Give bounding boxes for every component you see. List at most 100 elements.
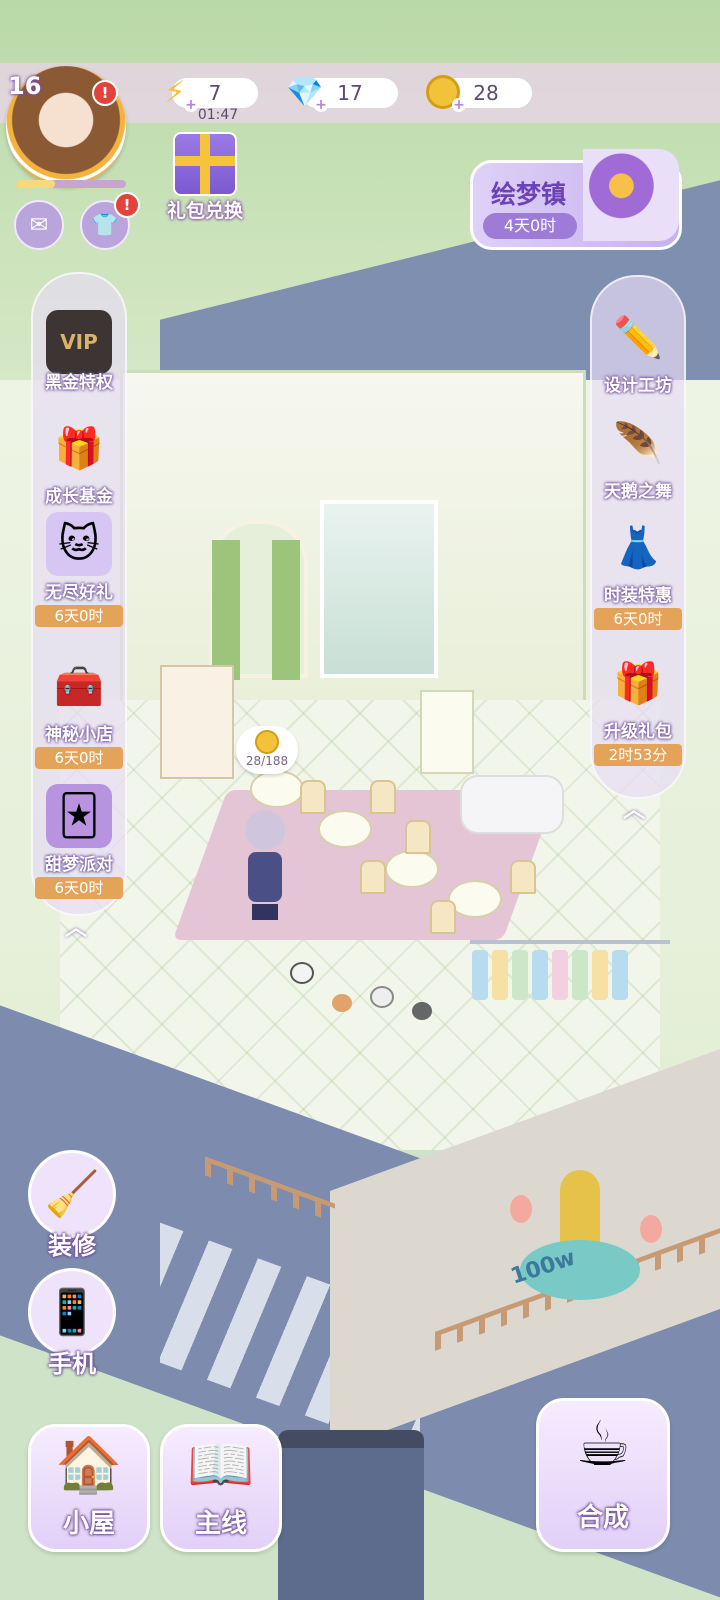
plus-icon: + (314, 97, 328, 113)
gift-box-icon: 🎁 (613, 660, 663, 707)
mystery-shop-button[interactable]: 🧰 神秘小店 6天0时 (33, 654, 125, 769)
decorate-button[interactable]: 🧹 装修 (26, 1150, 118, 1261)
cat[interactable] (412, 1002, 432, 1020)
event-timer: 4天0时 (483, 213, 577, 239)
side-timer: 2时53分 (594, 744, 682, 766)
cat-gift-icon: 🐱 (46, 512, 112, 576)
coin-counter[interactable]: + 28 (426, 75, 532, 112)
player-character[interactable] (240, 810, 290, 920)
cat[interactable] (370, 986, 394, 1008)
side-label: 神秘小店 (45, 725, 113, 745)
mail-button[interactable]: ✉ (14, 200, 64, 250)
exp-bar-fill (16, 180, 55, 188)
side-timer: 6天0时 (35, 747, 123, 769)
black-gold-privilege-button[interactable]: VIP 黑金特权 (33, 310, 125, 393)
cafe-table[interactable] (250, 770, 304, 808)
balloon (640, 1215, 662, 1243)
left-activity-panel: VIP 黑金特权 🎁 成长基金 🐱 无尽好礼 6天0时 🧰 神秘小店 6天0时 … (31, 272, 127, 916)
cafe-table[interactable] (448, 880, 502, 918)
shirt-icon: 👕 (91, 212, 119, 238)
curtain-left (212, 540, 240, 680)
energy-counter[interactable]: ⚡ + 7 (164, 75, 258, 112)
treasure-chest-icon: 🧰 (54, 663, 104, 710)
design-workshop-button[interactable]: ✏️ 设计工坊 (592, 305, 684, 397)
cafe-chair (430, 900, 456, 934)
cafe-chair (370, 780, 396, 814)
side-label: 设计工坊 (604, 376, 672, 396)
side-label: 天鹅之舞 (604, 482, 672, 502)
main-story-button[interactable]: 📖 主线 (160, 1424, 282, 1552)
event-art-icon (583, 149, 679, 241)
cat[interactable] (332, 994, 352, 1012)
character-legs (252, 904, 278, 920)
cafe-chair (510, 860, 536, 894)
chevron-up-icon: ︿ (622, 798, 645, 823)
house-button[interactable]: 🏠 小屋 (28, 1424, 150, 1552)
chevron-up-icon: ︿ (64, 916, 87, 941)
cat-sofa[interactable] (460, 775, 564, 834)
character-head (245, 810, 285, 850)
cafe-chair (405, 820, 431, 854)
gift-exchange-label: 礼包兑换 (166, 200, 243, 222)
phone-icon: 📱 (28, 1268, 116, 1356)
coin-progress: 28/188 (245, 754, 289, 768)
side-label: 无尽好礼 (45, 583, 113, 603)
player-level: 16 (8, 72, 42, 100)
brush-icon: 🧹 (28, 1150, 116, 1238)
trash-bins (278, 1430, 424, 1600)
vip-card-icon: VIP (46, 310, 112, 374)
sweet-dream-party-button[interactable]: 🃏 甜梦派对 6天0时 (33, 784, 125, 899)
side-timer: 6天0时 (594, 608, 682, 630)
envelope-icon: ✉ (29, 212, 49, 238)
endless-gift-button[interactable]: 🐱 无尽好礼 6天0时 (33, 512, 125, 627)
exp-bar (16, 180, 126, 188)
cafe-table[interactable] (318, 810, 372, 848)
right-activity-panel: ✏️ 设计工坊 🪶 天鹅之舞 👗 时装特惠 6天0时 🎁 升级礼包 2时53分 (590, 275, 686, 799)
pastry-shelf[interactable] (160, 665, 234, 779)
growth-fund-button[interactable]: 🎁 成长基金 (33, 416, 125, 508)
event-title: 绘梦镇 (491, 180, 567, 209)
coin-icon (255, 730, 279, 754)
cafe-table[interactable] (385, 850, 439, 888)
energy-timer: 01:47 (197, 107, 239, 123)
character-body (248, 852, 282, 902)
pencil-ruler-icon: ✏️ (613, 314, 663, 361)
gift-exchange-button[interactable]: 礼包兑换 (160, 132, 250, 223)
diamond-counter[interactable]: 💎 + 17 (286, 75, 398, 112)
shop-window (320, 500, 438, 678)
main-story-label: 主线 (194, 1509, 247, 1539)
avatar-alert-badge: ! (92, 80, 118, 106)
gift-box-icon (173, 132, 237, 196)
swan-dance-button[interactable]: 🪶 天鹅之舞 (592, 411, 684, 503)
phone-label: 手机 (48, 1350, 96, 1378)
cat[interactable] (290, 962, 314, 984)
feather-icon: 🪶 (613, 420, 663, 467)
vending-machine[interactable] (420, 690, 474, 774)
side-label: 时装特惠 (604, 586, 672, 606)
side-label: 成长基金 (45, 487, 113, 507)
clothing-rack[interactable] (470, 940, 670, 1034)
phone-button[interactable]: 📱 手机 (26, 1268, 118, 1379)
cafe-chair (300, 780, 326, 814)
dress-bag-icon: 👗 (613, 524, 663, 571)
teacup-icon: ☕ (575, 1407, 631, 1480)
house-label: 小屋 (62, 1509, 115, 1539)
level-up-gift-button[interactable]: 🎁 升级礼包 2时53分 (592, 651, 684, 766)
side-label: 甜梦派对 (45, 855, 113, 875)
left-panel-collapse-button[interactable]: ︿ (58, 910, 94, 941)
cafe-chair (360, 860, 386, 894)
side-timer: 6天0时 (35, 877, 123, 899)
event-banner[interactable]: 绘梦镇 4天0时 (470, 149, 682, 250)
side-label: 黑金特权 (45, 373, 113, 393)
merge-button[interactable]: ☕ 合成 (536, 1398, 670, 1552)
right-panel-collapse-button[interactable]: ︿ (616, 792, 652, 823)
party-cards-icon: 🃏 (46, 784, 112, 848)
gift-treasure-icon: 🎁 (54, 425, 104, 472)
fashion-sale-button[interactable]: 👗 时装特惠 6天0时 (592, 515, 684, 630)
curtain-right (272, 540, 300, 680)
plus-icon: + (452, 97, 466, 113)
wardrobe-alert-badge: ! (114, 192, 140, 218)
coin-collect-bubble[interactable]: 28/188 (236, 726, 298, 774)
book-icon: 📖 (187, 1433, 255, 1496)
decorate-label: 装修 (48, 1232, 96, 1260)
